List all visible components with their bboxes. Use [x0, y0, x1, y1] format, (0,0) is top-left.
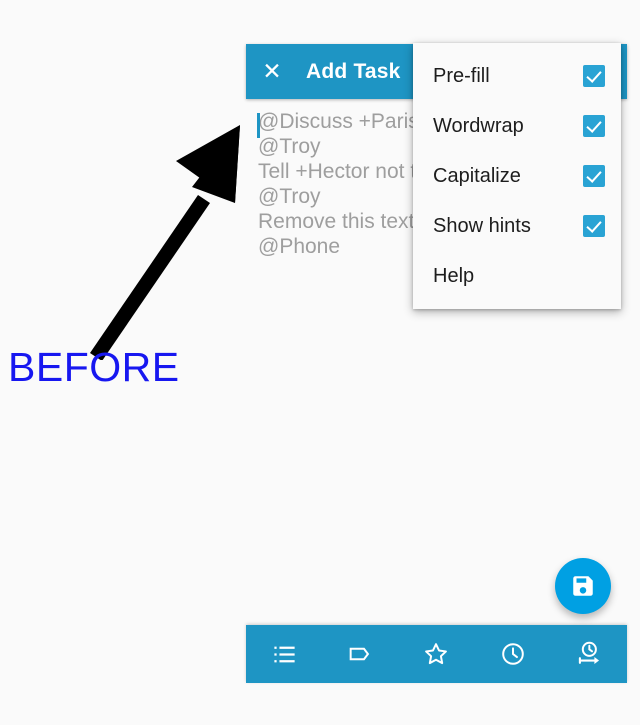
menu-item-capitalize[interactable]: Capitalize [413, 151, 621, 201]
screenshot-stage: @Discuss +Paris @Troy Tell +Hector not t… [0, 0, 640, 725]
checkbox-checked-icon[interactable] [583, 65, 605, 87]
list-icon [273, 646, 295, 662]
toolbar-clock-button[interactable] [484, 625, 542, 683]
checkbox-checked-icon[interactable] [583, 165, 605, 187]
bottom-toolbar [246, 625, 627, 683]
menu-item-label: Help [433, 264, 475, 287]
close-icon: ✕ [262, 58, 282, 84]
menu-item-label: Show hints [433, 214, 531, 237]
toolbar-duration-button[interactable] [560, 625, 618, 683]
checkbox-checked-icon[interactable] [583, 115, 605, 137]
save-fab-button[interactable] [555, 558, 611, 614]
clock-icon [501, 643, 524, 665]
annotation-arrow-icon [90, 125, 240, 360]
menu-item-pre-fill[interactable]: Pre-fill [413, 51, 621, 101]
save-floppy-icon [573, 576, 593, 596]
toolbar-list-button[interactable] [255, 625, 313, 683]
clock-duration-arrow-icon [578, 641, 599, 665]
menu-item-label: Pre-fill [433, 64, 490, 87]
annotation-label: BEFORE [8, 344, 180, 390]
menu-item-wordwrap[interactable]: Wordwrap [413, 101, 621, 151]
page-title: Add Task [306, 59, 401, 83]
checkbox-checked-icon[interactable] [583, 215, 605, 237]
text-caret [257, 113, 260, 138]
toolbar-tag-button[interactable] [331, 625, 389, 683]
overflow-menu: Pre-fill Wordwrap Capitalize Show hints … [413, 43, 621, 309]
toolbar-star-button[interactable] [407, 625, 465, 683]
close-button[interactable]: ✕ [246, 44, 298, 99]
menu-item-label: Wordwrap [433, 114, 524, 137]
menu-item-show-hints[interactable]: Show hints [413, 201, 621, 251]
tag-label-icon [349, 647, 370, 661]
menu-item-label: Capitalize [433, 164, 521, 187]
star-icon [425, 643, 448, 665]
menu-item-help[interactable]: Help [413, 251, 621, 301]
